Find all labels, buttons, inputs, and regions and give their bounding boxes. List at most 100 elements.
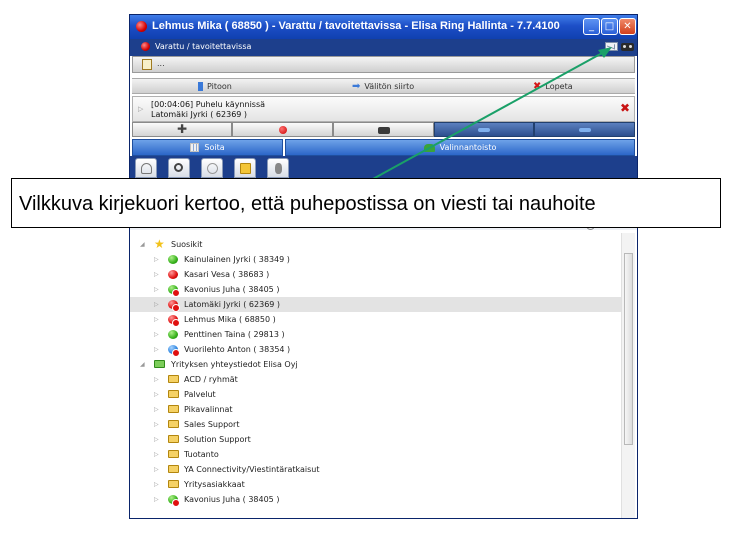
folder-icon (168, 480, 179, 488)
tree-folder[interactable]: ▷ YA Connectivity/Viestintäratkaisut (130, 462, 621, 477)
transfer-button[interactable]: ➡ Välitön siirto (352, 80, 414, 93)
expand-arrow-icon[interactable]: ▷ (154, 346, 159, 353)
tab-groups[interactable] (201, 158, 223, 178)
tree-item[interactable]: ▷ Kasari Vesa ( 38683 ) (130, 267, 621, 282)
dial-button[interactable]: Soita (132, 139, 283, 156)
contact-name: Latomäki Jyrki ( 62369 ) (184, 300, 281, 309)
keypad-icon (377, 127, 390, 134)
expand-arrow-icon[interactable]: ▷ (138, 105, 143, 113)
close-button[interactable]: ✕ (619, 18, 636, 35)
expand-arrow-icon[interactable]: ▷ (154, 466, 159, 473)
folder-icon (168, 450, 179, 458)
note-edit-icon[interactable] (142, 59, 152, 70)
tree-item-selected[interactable]: ▷ Latomäki Jyrki ( 62369 ) (130, 297, 621, 312)
expand-arrow-icon[interactable]: ▷ (154, 271, 159, 278)
folder-name: Solution Support (184, 435, 251, 444)
dialpad-icon (190, 143, 200, 152)
expand-arrow-icon[interactable]: ▷ (154, 301, 159, 308)
tree-folder[interactable]: ▷ Yritysasiakkaat (130, 477, 621, 492)
expand-arrow-icon[interactable]: ▷ (154, 391, 159, 398)
tab-recordings[interactable] (267, 158, 289, 178)
folder-icon (240, 163, 251, 174)
expand-arrow-icon[interactable]: ▷ (154, 316, 159, 323)
tree-item[interactable]: ▷ Penttinen Taina ( 29813 ) (130, 327, 621, 342)
tree-folder[interactable]: ▷ Solution Support (130, 432, 621, 447)
notes-bar[interactable]: ... (132, 56, 635, 73)
tab-search[interactable] (168, 158, 190, 178)
expand-arrow-icon[interactable]: ▷ (154, 406, 159, 413)
hangup-label: Lopeta (545, 82, 573, 91)
add-call-button[interactable]: ✚ (132, 122, 232, 137)
contact-name: Penttinen Taina ( 29813 ) (184, 330, 285, 339)
cassette-icon[interactable] (621, 43, 634, 51)
expand-arrow-icon[interactable]: ▷ (154, 256, 159, 263)
microphone-icon (275, 163, 282, 174)
tree-item[interactable]: ▷ Kavonius Juha ( 38405 ) (130, 282, 621, 297)
tree-scrollbar[interactable] (621, 233, 635, 518)
folder-icon (168, 390, 179, 398)
tree-folder[interactable]: ▷ Tuotanto (130, 447, 621, 462)
collapse-arrow-icon[interactable]: ◢ (140, 361, 145, 368)
tree-folder[interactable]: ▷ Pikavalinnat (130, 402, 621, 417)
plus-icon: ✚ (176, 122, 188, 136)
star-icon: ★ (154, 237, 165, 251)
redial-button[interactable]: Valinnantoisto (285, 139, 635, 156)
tree-group-company[interactable]: ◢ Yrityksen yhteystiedot Elisa Oyj (130, 357, 621, 372)
presence-red-busy-icon (168, 300, 180, 312)
transfer-tool-button[interactable] (534, 122, 635, 137)
hold-button[interactable]: Pitoon (198, 80, 232, 93)
tree-folder[interactable]: ▷ Sales Support (130, 417, 621, 432)
hold-label: Pitoon (207, 82, 232, 91)
title-bar[interactable]: Lehmus Mika ( 68850 ) - Varattu / tavoit… (130, 15, 637, 39)
record-button[interactable] (232, 122, 333, 137)
collapse-arrow-icon[interactable]: ◢ (140, 241, 145, 248)
expand-arrow-icon[interactable]: ▷ (154, 451, 159, 458)
forward-button[interactable] (434, 122, 534, 137)
end-call-x-icon[interactable]: ✖ (620, 102, 630, 114)
expand-arrow-icon[interactable]: ▷ (154, 376, 159, 383)
hangup-button[interactable]: ✖ Lopeta (533, 80, 573, 93)
active-call-row[interactable]: ▷ [00:04:06] Puhelu käynnissä Latomäki J… (132, 96, 635, 122)
scrollbar-thumb[interactable] (624, 253, 633, 445)
tree-folder[interactable]: ▷ ACD / ryhmät (130, 372, 621, 387)
expand-arrow-icon[interactable]: ▷ (154, 436, 159, 443)
contact-name: Kavonius Juha ( 38405 ) (184, 495, 280, 504)
minimize-button[interactable]: _ (583, 18, 600, 35)
keypad-button[interactable] (333, 122, 434, 137)
tree-group-favorites[interactable]: ◢ ★ Suosikit (130, 237, 621, 252)
expand-arrow-icon[interactable]: ▷ (154, 331, 159, 338)
person-icon (141, 163, 152, 174)
tree-item[interactable]: ▷ Vuorilehto Anton ( 38354 ) (130, 342, 621, 357)
view-tabs (130, 156, 637, 180)
presence-red-busy-icon (168, 315, 180, 327)
transfer-arrow-icon: ➡ (352, 80, 361, 92)
phone-icon (423, 143, 435, 152)
dial-bar: Soita Valinnantoisto (132, 139, 635, 156)
tab-contacts[interactable] (135, 158, 157, 178)
contact-name: Kasari Vesa ( 38683 ) (184, 270, 270, 279)
expand-arrow-icon[interactable]: ▷ (154, 421, 159, 428)
maximize-button[interactable]: □ (601, 18, 618, 35)
tree-item[interactable]: ▷ Lehmus Mika ( 68850 ) (130, 312, 621, 327)
tree-item[interactable]: ▷ Kainulainen Jyrki ( 38349 ) (130, 252, 621, 267)
presence-green-busy-icon (168, 285, 180, 297)
folder-icon (168, 405, 179, 413)
tab-directory[interactable] (234, 158, 256, 178)
group-icon (207, 163, 218, 174)
folder-icon (168, 435, 179, 443)
tree-folder[interactable]: ▷ Palvelut (130, 387, 621, 402)
search-icon (174, 163, 183, 172)
envelope-icon[interactable] (605, 42, 618, 51)
status-text[interactable]: Varattu / tavoitettavissa (155, 42, 251, 51)
presence-blue-busy-icon (168, 345, 180, 357)
expand-arrow-icon[interactable]: ▷ (154, 481, 159, 488)
contact-name: Vuorilehto Anton ( 38354 ) (184, 345, 291, 354)
app-window: Lehmus Mika ( 68850 ) - Varattu / tavoit… (129, 14, 638, 519)
window-title: Lehmus Mika ( 68850 ) - Varattu / tavoit… (152, 20, 560, 32)
tree-item[interactable]: ▷ Kavonius Juha ( 38405 ) (130, 492, 621, 507)
status-bar: Varattu / tavoitettavissa (130, 39, 637, 56)
expand-arrow-icon[interactable]: ▷ (154, 286, 159, 293)
contact-name: Kavonius Juha ( 38405 ) (184, 285, 280, 294)
expand-arrow-icon[interactable]: ▷ (154, 496, 159, 503)
presence-green-busy-icon (168, 495, 180, 507)
